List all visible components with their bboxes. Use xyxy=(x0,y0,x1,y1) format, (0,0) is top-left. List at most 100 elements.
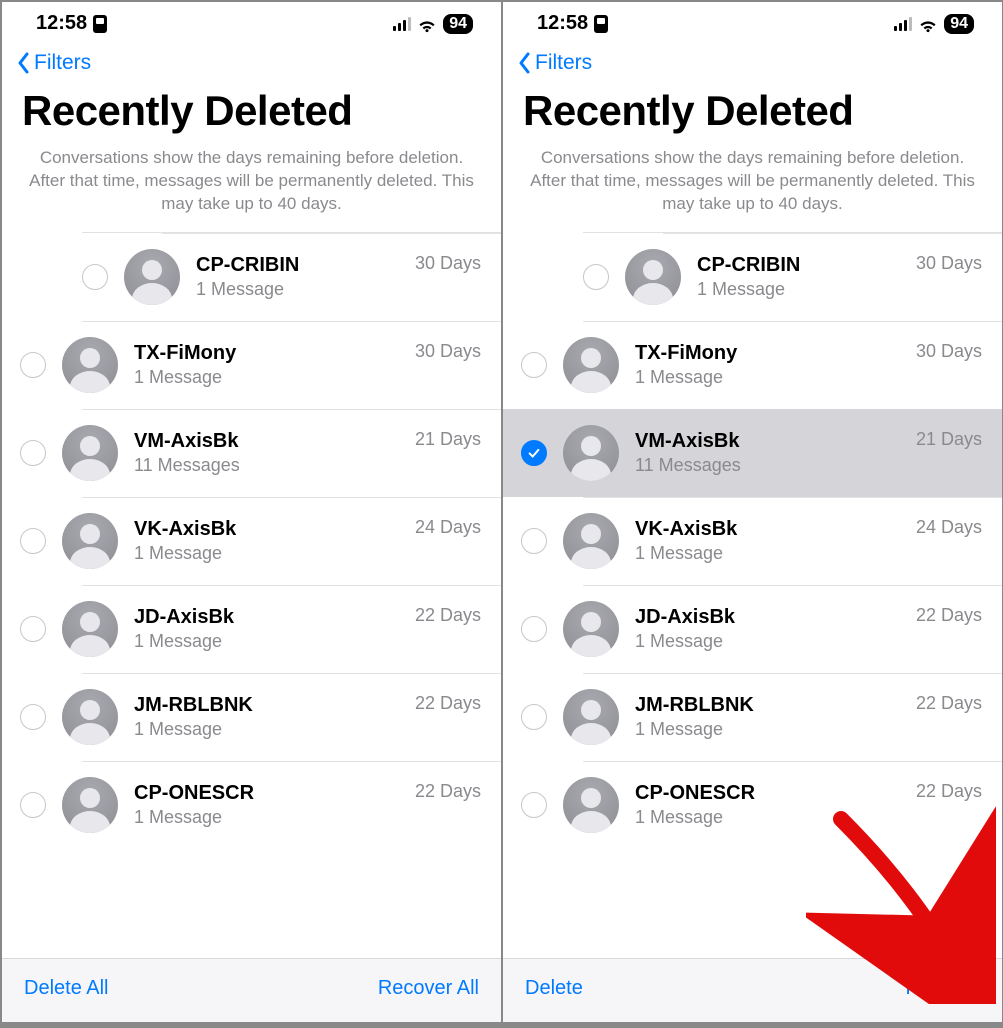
select-checkbox[interactable] xyxy=(521,352,547,378)
conversation-row[interactable]: JD-AxisBk 1 Message 22 Days xyxy=(2,585,501,673)
conversation-row[interactable]: VK-AxisBk 1 Message 24 Days xyxy=(2,497,501,585)
message-count: 1 Message xyxy=(134,367,415,388)
message-count: 1 Message xyxy=(635,367,916,388)
back-label: Filters xyxy=(34,51,91,75)
row-text: CP-ONESCR 1 Message xyxy=(134,782,415,828)
avatar-icon xyxy=(62,689,118,745)
divider xyxy=(82,585,501,586)
select-checkbox[interactable] xyxy=(521,616,547,642)
days-remaining: 22 Days xyxy=(916,605,982,626)
message-count: 11 Messages xyxy=(635,455,916,476)
clock-text: 12:58 xyxy=(36,12,87,35)
contact-name: VM-AxisBk xyxy=(635,430,916,453)
contact-name: JM-RBLBNK xyxy=(134,694,415,717)
days-remaining: 30 Days xyxy=(415,253,481,274)
message-count: 1 Message xyxy=(134,719,415,740)
message-count: 1 Message xyxy=(635,807,916,828)
conversation-row[interactable]: TX-FiMony 1 Message 30 Days xyxy=(503,321,1002,409)
delete-button[interactable]: Delete xyxy=(525,977,583,1000)
message-count: 1 Message xyxy=(134,807,415,828)
contact-name: VM-AxisBk xyxy=(134,430,415,453)
clock-text: 12:58 xyxy=(537,12,588,35)
select-checkbox[interactable] xyxy=(521,440,547,466)
contact-name: JD-AxisBk xyxy=(134,606,415,629)
avatar-icon xyxy=(563,337,619,393)
divider xyxy=(82,497,501,498)
conversation-row[interactable]: CP-ONESCR 1 Message 22 Days xyxy=(503,761,1002,849)
message-count: 1 Message xyxy=(635,631,916,652)
chevron-left-icon xyxy=(517,52,531,74)
conversation-row[interactable]: CP-CRIBIN 1 Message 30 Days xyxy=(583,232,1002,321)
row-text: CP-ONESCR 1 Message xyxy=(635,782,916,828)
contact-name: VK-AxisBk xyxy=(134,518,415,541)
conversation-list[interactable]: CP-CRIBIN 1 Message 30 Days TX-FiMony 1 … xyxy=(503,232,1002,958)
divider xyxy=(82,409,501,410)
bottom-toolbar: Delete Recover xyxy=(503,958,1002,1022)
row-text: VK-AxisBk 1 Message xyxy=(134,518,415,564)
row-text: VM-AxisBk 11 Messages xyxy=(134,430,415,476)
days-remaining: 22 Days xyxy=(415,605,481,626)
days-remaining: 22 Days xyxy=(415,693,481,714)
avatar-icon xyxy=(625,249,681,305)
contact-name: JD-AxisBk xyxy=(635,606,916,629)
divider xyxy=(583,585,1002,586)
recover-button[interactable]: Recover xyxy=(906,977,980,1000)
contact-name: CP-CRIBIN xyxy=(697,254,916,277)
days-remaining: 22 Days xyxy=(916,693,982,714)
contact-name: CP-CRIBIN xyxy=(196,254,415,277)
avatar-icon xyxy=(62,337,118,393)
select-checkbox[interactable] xyxy=(20,792,46,818)
row-text: TX-FiMony 1 Message xyxy=(134,342,415,388)
days-remaining: 30 Days xyxy=(415,341,481,362)
days-remaining: 22 Days xyxy=(415,781,481,802)
checkmark-icon xyxy=(527,446,541,460)
avatar-icon xyxy=(563,513,619,569)
select-checkbox[interactable] xyxy=(20,440,46,466)
recover-button[interactable]: Recover All xyxy=(378,977,479,1000)
days-remaining: 22 Days xyxy=(916,781,982,802)
message-count: 1 Message xyxy=(196,279,415,300)
select-checkbox[interactable] xyxy=(521,528,547,554)
row-text: JD-AxisBk 1 Message xyxy=(134,606,415,652)
select-checkbox[interactable] xyxy=(583,264,609,290)
conversation-row[interactable]: VM-AxisBk 11 Messages 21 Days xyxy=(503,409,1002,497)
conversation-row[interactable]: TX-FiMony 1 Message 30 Days xyxy=(2,321,501,409)
delete-button[interactable]: Delete All xyxy=(24,977,109,1000)
select-checkbox[interactable] xyxy=(521,792,547,818)
avatar-icon xyxy=(62,513,118,569)
row-text: JM-RBLBNK 1 Message xyxy=(635,694,916,740)
conversation-row[interactable]: CP-CRIBIN 1 Message 30 Days xyxy=(82,232,501,321)
message-count: 1 Message xyxy=(134,543,415,564)
days-remaining: 21 Days xyxy=(415,429,481,450)
status-bar: 12:58 94 xyxy=(503,2,1002,43)
divider xyxy=(162,233,501,234)
avatar-icon xyxy=(563,777,619,833)
contact-name: CP-ONESCR xyxy=(134,782,415,805)
conversation-row[interactable]: CP-ONESCR 1 Message 22 Days xyxy=(2,761,501,849)
conversation-list[interactable]: CP-CRIBIN 1 Message 30 Days TX-FiMony 1 … xyxy=(2,232,501,958)
select-checkbox[interactable] xyxy=(20,616,46,642)
avatar-icon xyxy=(62,777,118,833)
select-checkbox[interactable] xyxy=(20,352,46,378)
conversation-row[interactable]: VK-AxisBk 1 Message 24 Days xyxy=(503,497,1002,585)
phone-screen: 12:58 94 Filters Recently Deleted Conver… xyxy=(2,2,501,1022)
select-checkbox[interactable] xyxy=(20,704,46,730)
days-remaining: 21 Days xyxy=(916,429,982,450)
conversation-row[interactable]: JD-AxisBk 1 Message 22 Days xyxy=(503,585,1002,673)
back-button[interactable]: Filters xyxy=(503,43,1002,83)
back-button[interactable]: Filters xyxy=(2,43,501,83)
select-checkbox[interactable] xyxy=(521,704,547,730)
conversation-row[interactable]: VM-AxisBk 11 Messages 21 Days xyxy=(2,409,501,497)
conversation-row[interactable]: JM-RBLBNK 1 Message 22 Days xyxy=(2,673,501,761)
avatar-icon xyxy=(563,601,619,657)
conversation-row[interactable]: JM-RBLBNK 1 Message 22 Days xyxy=(503,673,1002,761)
battery-indicator: 94 xyxy=(944,14,974,34)
page-title: Recently Deleted xyxy=(503,83,1002,147)
status-time: 12:58 xyxy=(36,12,107,35)
wifi-icon xyxy=(918,16,938,31)
select-checkbox[interactable] xyxy=(20,528,46,554)
row-text: VM-AxisBk 11 Messages xyxy=(635,430,916,476)
status-right: 94 xyxy=(894,14,974,34)
select-checkbox[interactable] xyxy=(82,264,108,290)
divider xyxy=(503,409,1002,410)
